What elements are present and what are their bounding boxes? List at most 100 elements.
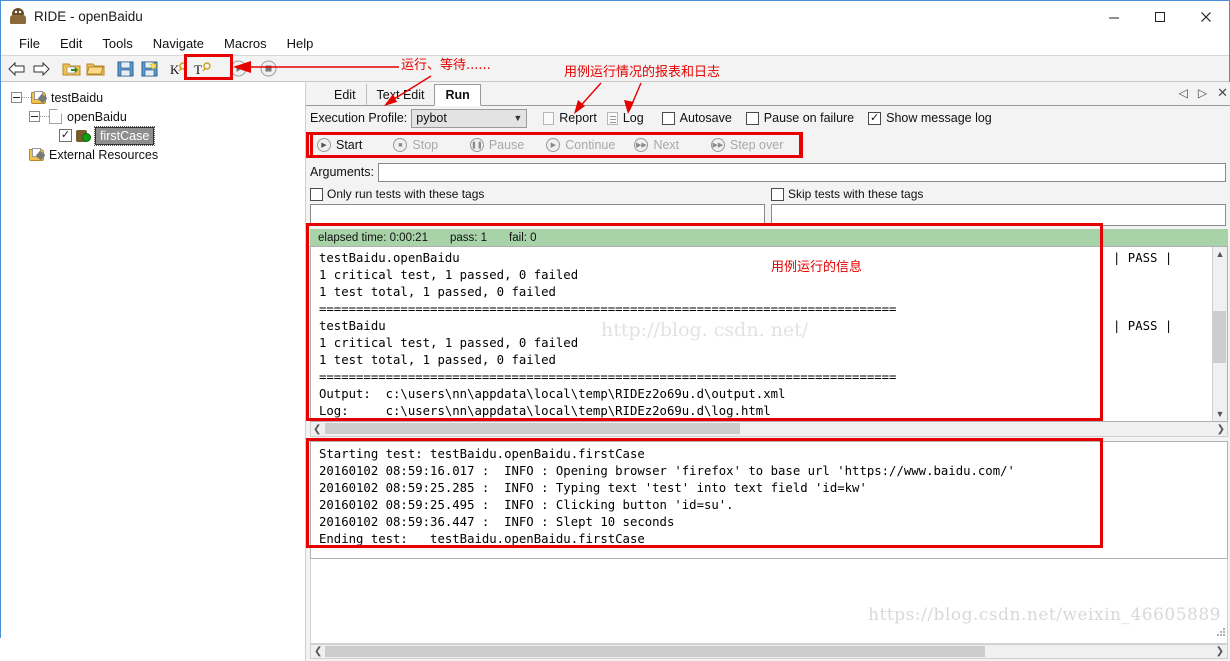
tree-node-openbaidu[interactable]: openBaidu bbox=[1, 107, 305, 126]
save-all-icon[interactable] bbox=[138, 58, 160, 80]
next-button: ▶▶ Next bbox=[634, 138, 710, 152]
project-folder-icon bbox=[31, 90, 48, 105]
suite-file-icon bbox=[49, 109, 62, 124]
ride-main-window: RIDE - openBaidu File Edit Tools Navigat… bbox=[0, 0, 1230, 661]
log-label: Log bbox=[622, 111, 644, 125]
tree-node-testbaidu[interactable]: testBaidu bbox=[1, 88, 305, 107]
scroll-left-icon[interactable]: ❮ bbox=[313, 424, 321, 435]
editor-pane: Edit Text Edit Run ◁ ▷ ✕ Execution Profi… bbox=[306, 82, 1230, 661]
forward-arrow-icon[interactable] bbox=[30, 58, 52, 80]
chevron-down-icon: ▼ bbox=[513, 113, 523, 123]
tree-node-external-resources[interactable]: External Resources bbox=[1, 145, 305, 164]
run-icon[interactable] bbox=[227, 58, 249, 80]
watermark-bottom: https://blog.csdn.net/weixin_46605889 bbox=[868, 605, 1221, 625]
watermark-center: http://blog. csdn. net/ bbox=[601, 319, 809, 341]
tree-label: openBaidu bbox=[67, 109, 127, 124]
exclude-tags-input[interactable] bbox=[771, 204, 1226, 226]
back-arrow-icon[interactable] bbox=[6, 58, 28, 80]
tree-label: testBaidu bbox=[51, 90, 104, 105]
pause-label: Pause bbox=[488, 138, 525, 152]
annotation-report-log: 用例运行情况的报表和日志 bbox=[564, 65, 721, 80]
checkbox-box[interactable] bbox=[771, 187, 784, 201]
log-hscroll-thumb[interactable] bbox=[325, 646, 985, 657]
autosave-checkbox[interactable]: Autosave bbox=[661, 111, 732, 125]
scroll-right-icon[interactable]: ❯ bbox=[1217, 424, 1225, 435]
checkbox-box[interactable]: ✓ bbox=[868, 111, 882, 125]
start-button[interactable]: ▶ Start bbox=[317, 138, 393, 152]
menu-macros[interactable]: Macros bbox=[214, 34, 277, 53]
robot-icon bbox=[9, 7, 27, 25]
maximize-button[interactable] bbox=[1137, 1, 1183, 32]
stop-icon: ■ bbox=[393, 138, 408, 152]
resources-folder-icon bbox=[29, 147, 46, 162]
exclude-tags-label: Skip tests with these tags bbox=[788, 187, 924, 201]
search-tests-icon[interactable]: T bbox=[192, 58, 214, 80]
pause-button: ❚❚ Pause bbox=[469, 138, 546, 152]
tab-next-icon[interactable]: ▷ bbox=[1198, 86, 1207, 100]
menu-file[interactable]: File bbox=[9, 34, 50, 53]
save-icon[interactable] bbox=[114, 58, 136, 80]
svg-text:T: T bbox=[194, 62, 202, 77]
collapse-icon[interactable] bbox=[11, 92, 22, 103]
exclude-tags-checkbox[interactable]: Skip tests with these tags bbox=[771, 187, 1226, 201]
show-message-log-checkbox[interactable]: ✓ Show message log bbox=[868, 111, 992, 125]
step-over-button: ▶▶ Step over bbox=[710, 138, 799, 152]
step-over-label: Step over bbox=[729, 138, 784, 152]
main-split: testBaidu openBaidu ✓ firstCase External… bbox=[1, 82, 1230, 661]
play-icon: ▶ bbox=[546, 138, 561, 152]
run-status-bar: elapsed time: 0:00:21 pass: 1 fail: 0 bbox=[310, 229, 1228, 246]
testcase-checkbox[interactable]: ✓ bbox=[59, 129, 72, 142]
tree-node-firstcase[interactable]: ✓ firstCase bbox=[1, 125, 305, 146]
menu-navigate[interactable]: Navigate bbox=[143, 34, 214, 53]
open-file-icon[interactable] bbox=[84, 58, 106, 80]
execution-profile-select[interactable]: pybot ▼ bbox=[411, 108, 528, 128]
tag-filter-row: Only run tests with these tags Skip test… bbox=[306, 184, 1230, 204]
tab-edit[interactable]: Edit bbox=[324, 84, 366, 105]
menu-edit[interactable]: Edit bbox=[50, 34, 92, 53]
pause-on-failure-checkbox[interactable]: Pause on failure bbox=[745, 111, 854, 125]
next-icon: ▶▶ bbox=[634, 138, 649, 152]
output-scroll-thumb[interactable] bbox=[1213, 311, 1226, 363]
tree-label-selected: firstCase bbox=[93, 125, 156, 146]
scroll-up-icon[interactable]: ▲ bbox=[1216, 249, 1225, 259]
include-tags-checkbox[interactable]: Only run tests with these tags bbox=[310, 187, 765, 201]
step-over-icon: ▶▶ bbox=[710, 138, 725, 152]
tab-run[interactable]: Run bbox=[434, 84, 481, 106]
tab-close-icon[interactable]: ✕ bbox=[1217, 85, 1228, 101]
scroll-right-icon[interactable]: ❯ bbox=[1216, 646, 1224, 657]
tag-inputs-row bbox=[306, 204, 1230, 226]
show-message-log-label: Show message log bbox=[886, 111, 992, 125]
menu-tools[interactable]: Tools bbox=[92, 34, 142, 53]
checkbox-box[interactable] bbox=[310, 187, 323, 201]
include-tags-input[interactable] bbox=[310, 204, 765, 226]
collapse-icon[interactable] bbox=[29, 111, 40, 122]
message-log-blank-area bbox=[310, 559, 1228, 644]
stop-icon[interactable] bbox=[257, 58, 279, 80]
open-directory-icon[interactable] bbox=[60, 58, 82, 80]
start-label: Start bbox=[336, 138, 363, 152]
scroll-left-icon[interactable]: ❮ bbox=[314, 646, 322, 657]
minimize-button[interactable] bbox=[1091, 1, 1137, 32]
tab-text-edit[interactable]: Text Edit bbox=[365, 84, 435, 105]
fail-count: fail: 0 bbox=[509, 231, 537, 244]
output-horizontal-scrollbar[interactable]: ❮ ❯ bbox=[310, 422, 1228, 437]
window-title: RIDE - openBaidu bbox=[34, 8, 143, 24]
annotation-run-wait: 运行、等待...... bbox=[401, 58, 491, 73]
menu-help[interactable]: Help bbox=[277, 34, 324, 53]
tab-strip-controls: ◁ ▷ ✕ bbox=[1179, 85, 1228, 101]
search-keyword-icon[interactable]: K bbox=[168, 58, 190, 80]
resize-grip[interactable] bbox=[1216, 624, 1226, 636]
message-log-text: Starting test: testBaidu.openBaidu.first… bbox=[319, 447, 1015, 546]
scroll-down-icon[interactable]: ▼ bbox=[1216, 409, 1225, 419]
log-button[interactable]: Log bbox=[606, 111, 644, 125]
report-button[interactable]: Report bbox=[543, 111, 597, 125]
checkbox-box[interactable] bbox=[745, 111, 759, 125]
pass-count: pass: 1 bbox=[449, 231, 488, 244]
checkbox-box[interactable] bbox=[661, 111, 675, 125]
log-horizontal-scrollbar[interactable]: ❮ ❯ bbox=[310, 644, 1228, 659]
output-hscroll-thumb[interactable] bbox=[325, 423, 740, 434]
tab-prev-icon[interactable]: ◁ bbox=[1179, 86, 1188, 100]
close-button[interactable] bbox=[1183, 1, 1229, 32]
arguments-input[interactable] bbox=[377, 162, 1226, 182]
title-bar: RIDE - openBaidu bbox=[1, 1, 1229, 32]
